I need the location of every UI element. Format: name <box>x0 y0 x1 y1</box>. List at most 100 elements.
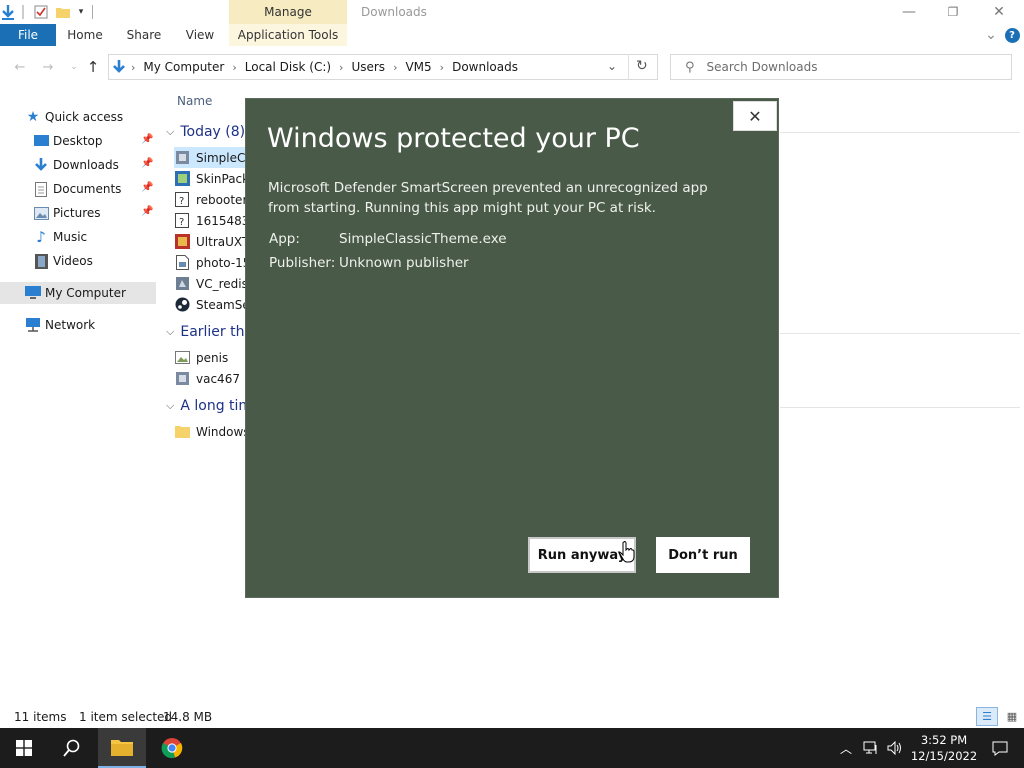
hand-cursor-icon <box>619 541 635 563</box>
run-anyway-label: Run anyway <box>537 547 627 563</box>
address-dropdown-icon[interactable]: ⌄ <box>607 59 617 73</box>
search-box[interactable]: ⚲ Search Downloads <box>670 54 1012 80</box>
network-icon <box>25 317 41 333</box>
sidebar-item-music[interactable]: ♪ Music <box>0 226 156 248</box>
breadcrumb-users[interactable]: Users <box>351 60 385 74</box>
sidebar-item-desktop[interactable]: Desktop 📌 <box>0 130 156 152</box>
file-row[interactable]: vac467 <box>174 368 240 389</box>
file-row[interactable]: SimpleCl <box>174 147 254 168</box>
network-status-icon[interactable] <box>860 728 882 768</box>
steam-icon <box>174 297 190 313</box>
help-icon[interactable]: ? <box>1004 24 1020 46</box>
file-row[interactable]: Windows <box>174 421 250 442</box>
navigation-bar: ← → ⌄ ↑ › My Computer › Local Disk (C:) … <box>0 50 1024 84</box>
start-button[interactable] <box>0 728 48 768</box>
sidebar-item-label: My Computer <box>45 286 126 300</box>
restore-icon: ❐ <box>947 5 959 19</box>
file-row[interactable]: SteamSet <box>174 294 254 315</box>
details-view-icon[interactable]: ☰ <box>976 707 998 726</box>
action-center-button[interactable] <box>978 728 1022 768</box>
dialog-title: Windows protected your PC <box>267 123 640 154</box>
sidebar-item-label: Music <box>53 230 88 244</box>
search-taskbar-button[interactable] <box>48 728 96 768</box>
sidebar-item-label: Documents <box>53 182 122 196</box>
up-arrow-icon[interactable]: ↑ <box>83 58 103 76</box>
qat-dropdown-icon[interactable]: ▾ <box>75 3 87 21</box>
file-name: photo-15 <box>196 255 251 270</box>
chevron-down-icon: ⌵ <box>166 125 175 138</box>
file-name: Windows <box>196 424 250 439</box>
group-header-long-time-ago[interactable]: ⌵ A long tim <box>166 395 252 417</box>
new-folder-icon[interactable] <box>55 3 71 21</box>
file-name: rebooter <box>196 192 248 207</box>
computer-icon <box>25 285 41 301</box>
breadcrumb-downloads[interactable]: Downloads <box>452 60 518 74</box>
taskbar-file-explorer[interactable] <box>98 728 146 768</box>
smartscreen-dialog: ✕ Windows protected your PC Microsoft De… <box>245 98 779 598</box>
manage-tab[interactable]: Manage <box>229 0 347 24</box>
sidebar-item-label: Pictures <box>53 206 101 220</box>
dont-run-button[interactable]: Don’t run <box>656 537 750 573</box>
pin-icon[interactable]: 📌 <box>141 134 153 145</box>
file-name: vac467 <box>196 371 240 386</box>
group-header-today[interactable]: ⌵ Today (8) <box>166 121 245 143</box>
pin-icon[interactable]: 📌 <box>141 182 153 193</box>
sidebar-item-documents[interactable]: Documents 📌 <box>0 178 156 200</box>
sidebar-item-videos[interactable]: Videos <box>0 250 156 272</box>
file-row[interactable]: UltraUXT <box>174 231 249 252</box>
tab-share[interactable]: Share <box>120 24 168 46</box>
qat-divider <box>22 5 24 19</box>
download-arrow-icon[interactable] <box>0 3 16 21</box>
minimize-button[interactable]: — <box>886 0 932 24</box>
ribbon-collapse-icon[interactable]: ⌄ <box>982 24 1000 46</box>
chevron-down-icon: ⌵ <box>166 325 175 338</box>
properties-icon[interactable] <box>33 3 49 21</box>
file-row[interactable]: SkinPack <box>174 168 249 189</box>
manage-label: Manage <box>264 5 312 19</box>
svg-text:?: ? <box>179 196 184 207</box>
tab-application-tools[interactable]: Application Tools <box>229 24 347 46</box>
clock[interactable]: 3:52 PM 12/15/2022 <box>911 728 977 768</box>
pin-icon[interactable]: 📌 <box>141 206 153 217</box>
back-arrow-icon[interactable]: ← <box>10 58 30 76</box>
sidebar-item-quick-access[interactable]: ★ Quick access <box>0 106 156 128</box>
sidebar-item-network[interactable]: Network <box>0 314 156 336</box>
breadcrumb-vm5[interactable]: VM5 <box>405 60 431 74</box>
breadcrumb-my-computer[interactable]: My Computer <box>143 60 224 74</box>
column-header-name[interactable]: Name <box>177 94 212 108</box>
file-name: SimpleCl <box>196 150 249 165</box>
file-row[interactable]: ? rebooter <box>174 189 247 210</box>
group-divider <box>780 132 1020 133</box>
sidebar-item-my-computer[interactable]: My Computer <box>0 282 156 304</box>
dialog-close-button[interactable]: ✕ <box>733 101 777 131</box>
taskbar-chrome[interactable] <box>148 728 196 768</box>
recent-dropdown-icon[interactable]: ⌄ <box>64 58 84 76</box>
address-bar[interactable]: › My Computer › Local Disk (C:) › Users … <box>108 54 658 80</box>
breadcrumb-local-disk[interactable]: Local Disk (C:) <box>245 60 331 74</box>
group-divider <box>780 333 1020 334</box>
show-hidden-icons-chevron-icon[interactable]: ︿ <box>836 728 856 768</box>
music-icon: ♪ <box>36 228 46 246</box>
large-icons-view-icon[interactable]: ▦ <box>1002 707 1022 726</box>
forward-arrow-icon[interactable]: → <box>38 58 58 76</box>
maximize-button[interactable]: ❐ <box>930 0 976 24</box>
tab-view[interactable]: View <box>178 24 222 46</box>
close-window-button[interactable]: ✕ <box>976 0 1022 24</box>
file-row[interactable]: penis <box>174 347 228 368</box>
group-header-earlier[interactable]: ⌵ Earlier this <box>166 321 256 343</box>
group-label: A long tim <box>180 398 253 414</box>
file-row[interactable]: photo-15 <box>174 252 250 273</box>
publisher-value: Unknown publisher <box>339 255 469 271</box>
file-row[interactable]: VC_redist <box>174 273 253 294</box>
refresh-icon[interactable]: ↻ <box>636 58 648 74</box>
image-file-icon <box>174 255 190 271</box>
pin-icon[interactable]: 📌 <box>141 158 153 169</box>
sidebar-item-pictures[interactable]: Pictures 📌 <box>0 202 156 224</box>
volume-icon[interactable] <box>884 728 906 768</box>
clock-time: 3:52 PM <box>920 733 968 747</box>
tab-home[interactable]: Home <box>62 24 108 46</box>
tab-file[interactable]: File <box>0 24 56 46</box>
navigation-pane: ★ Quick access Desktop 📌 Downloads 📌 Doc… <box>0 96 160 696</box>
documents-icon <box>33 181 49 197</box>
sidebar-item-downloads[interactable]: Downloads 📌 <box>0 154 156 176</box>
